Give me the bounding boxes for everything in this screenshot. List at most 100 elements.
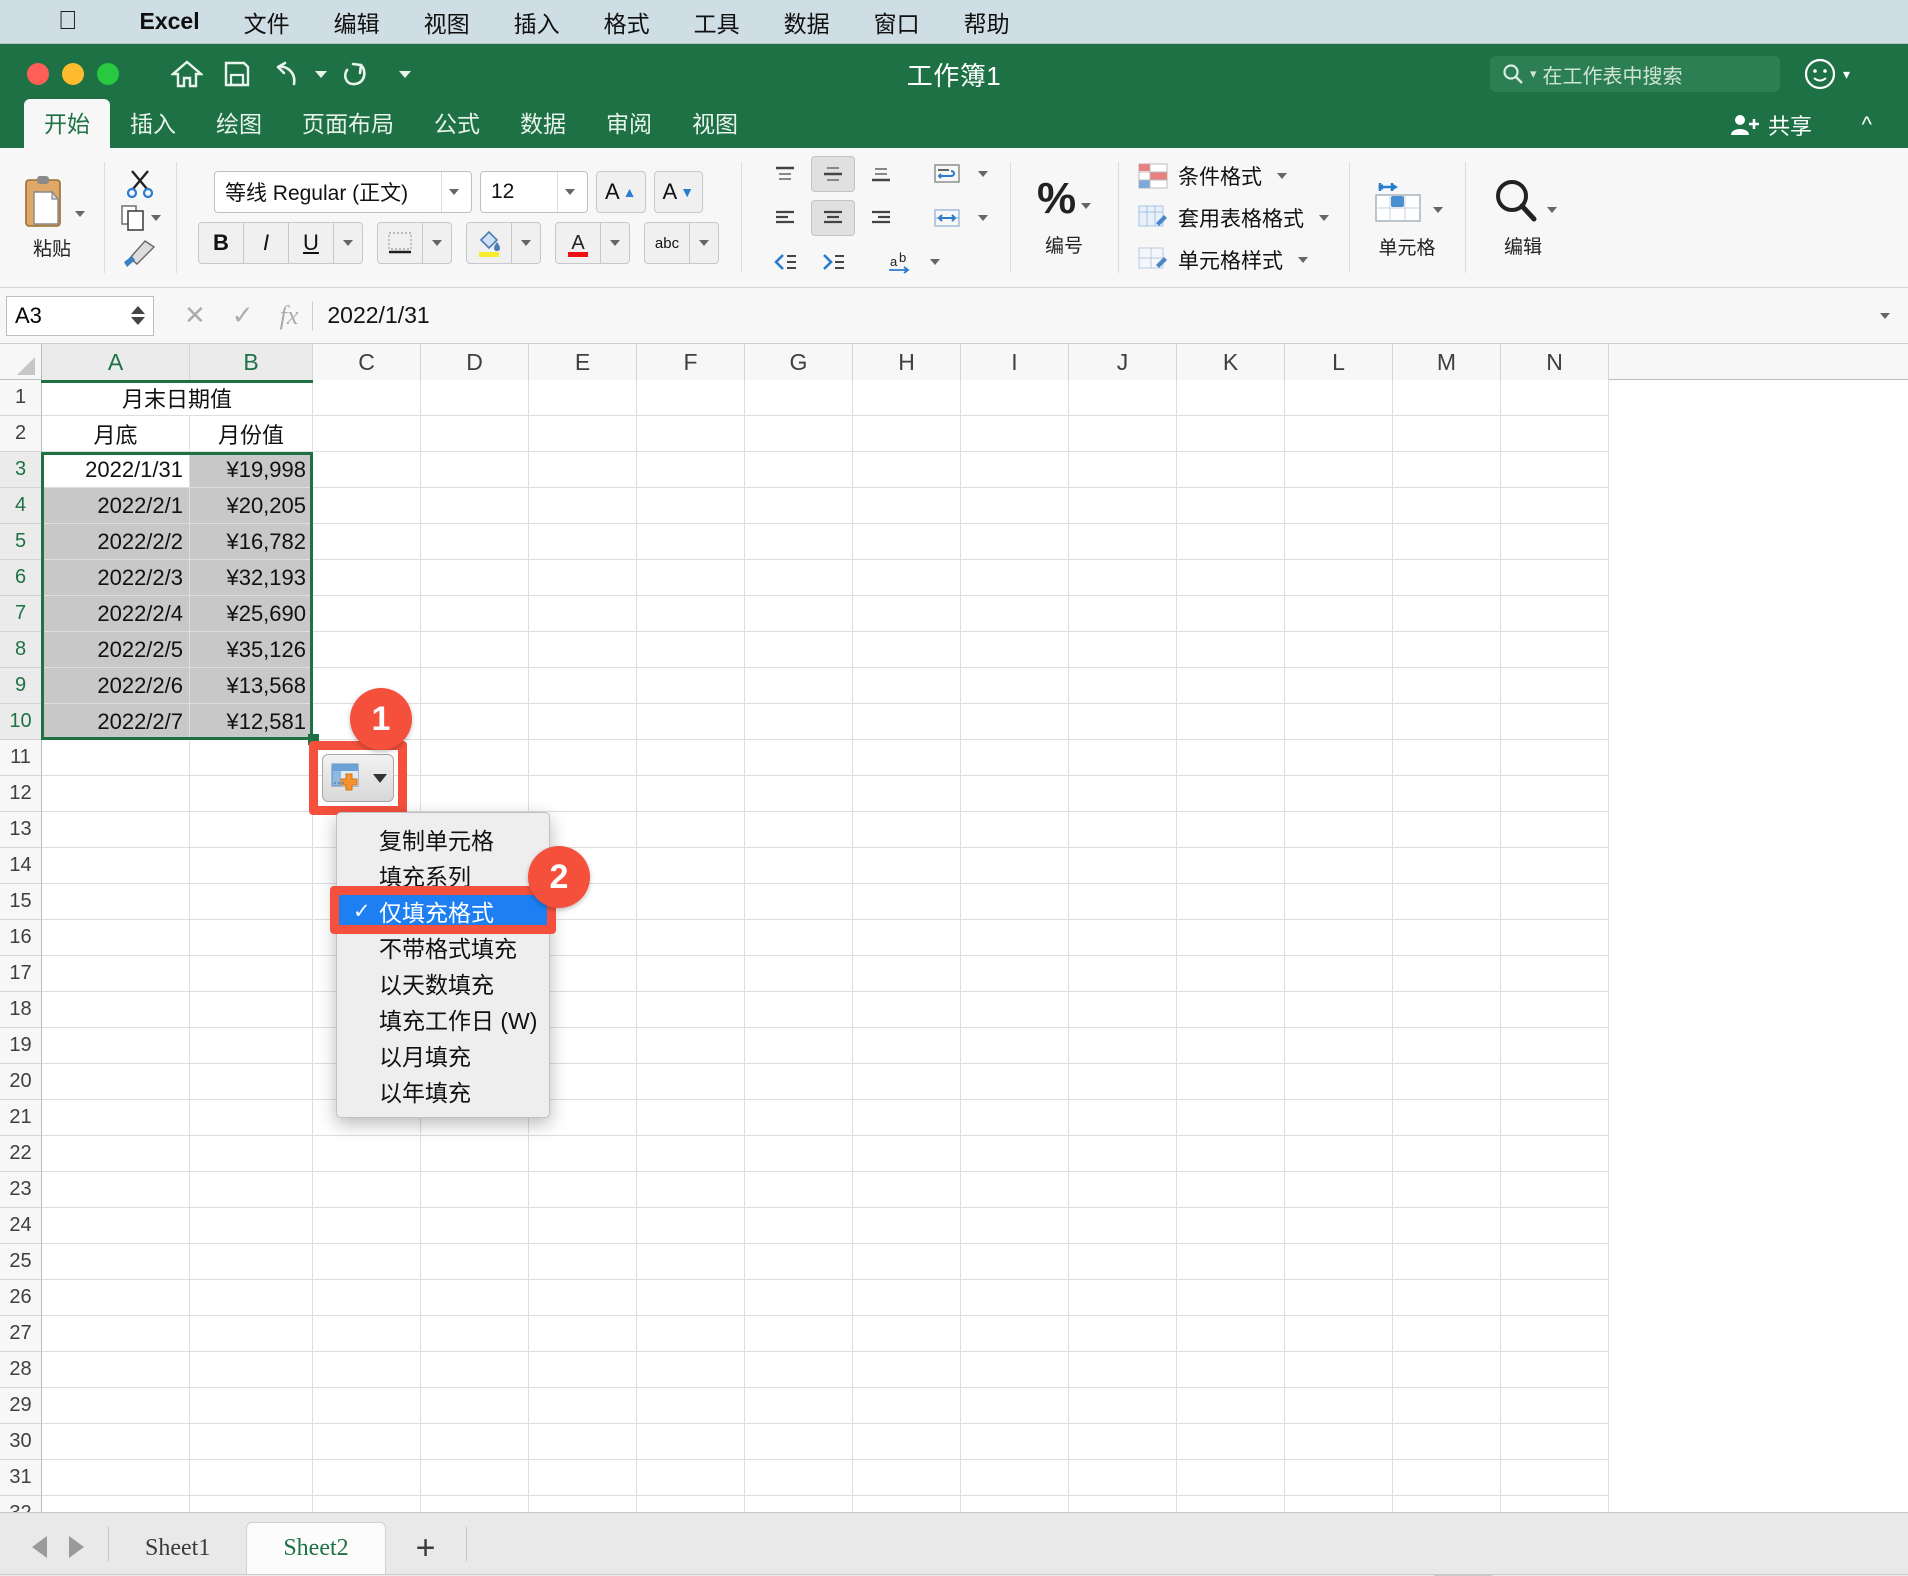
cell-F7[interactable] bbox=[637, 596, 745, 632]
cell-J10[interactable] bbox=[1069, 704, 1177, 740]
cell-I28[interactable] bbox=[961, 1352, 1069, 1388]
cell-I13[interactable] bbox=[961, 812, 1069, 848]
cell-A23[interactable] bbox=[42, 1172, 190, 1208]
select-all-corner[interactable] bbox=[0, 344, 42, 379]
cell-G8[interactable] bbox=[745, 632, 853, 668]
row-header-13[interactable]: 13 bbox=[0, 812, 42, 848]
chevron-up-icon[interactable]: ^ bbox=[1862, 112, 1872, 138]
cell-A3[interactable]: 2022/1/31 bbox=[42, 452, 190, 488]
cell-M2[interactable] bbox=[1393, 416, 1501, 452]
cell-G13[interactable] bbox=[745, 812, 853, 848]
cell-D26[interactable] bbox=[421, 1280, 529, 1316]
cell-F11[interactable] bbox=[637, 740, 745, 776]
autofill-options-menu[interactable]: 复制单元格填充系列✓仅填充格式不带格式填充以天数填充填充工作日 (W)以月填充以… bbox=[336, 812, 550, 1118]
home-icon[interactable] bbox=[165, 54, 209, 94]
cell-N8[interactable] bbox=[1501, 632, 1609, 668]
cell-B5[interactable]: ¥16,782 bbox=[190, 524, 313, 560]
confirm-check-icon[interactable]: ✓ bbox=[232, 300, 254, 331]
cell-N1[interactable] bbox=[1501, 380, 1609, 416]
table-row[interactable] bbox=[42, 1064, 1908, 1100]
cell-D32[interactable] bbox=[421, 1496, 529, 1512]
search-dropdown-icon[interactable]: ▾ bbox=[1530, 66, 1537, 82]
cell-C4[interactable] bbox=[313, 488, 421, 524]
cell-D8[interactable] bbox=[421, 632, 529, 668]
cell-D24[interactable] bbox=[421, 1208, 529, 1244]
cell-N32[interactable] bbox=[1501, 1496, 1609, 1512]
cell-K32[interactable] bbox=[1177, 1496, 1285, 1512]
cell-L27[interactable] bbox=[1285, 1316, 1393, 1352]
cell-N15[interactable] bbox=[1501, 884, 1609, 920]
cell-M7[interactable] bbox=[1393, 596, 1501, 632]
row-header-9[interactable]: 9 bbox=[0, 668, 42, 704]
cell-M25[interactable] bbox=[1393, 1244, 1501, 1280]
cell-A17[interactable] bbox=[42, 956, 190, 992]
row-header-23[interactable]: 23 bbox=[0, 1172, 42, 1208]
font-name-dropdown-icon[interactable] bbox=[441, 172, 467, 212]
cell-G28[interactable] bbox=[745, 1352, 853, 1388]
cell-N9[interactable] bbox=[1501, 668, 1609, 704]
orientation-dropdown-icon[interactable] bbox=[930, 259, 940, 265]
cell-J20[interactable] bbox=[1069, 1064, 1177, 1100]
cell-J9[interactable] bbox=[1069, 668, 1177, 704]
cell-H18[interactable] bbox=[853, 992, 961, 1028]
cell-K11[interactable] bbox=[1177, 740, 1285, 776]
cell-C30[interactable] bbox=[313, 1424, 421, 1460]
row-header-5[interactable]: 5 bbox=[0, 524, 42, 560]
cell-N23[interactable] bbox=[1501, 1172, 1609, 1208]
tab-draw[interactable]: 绘图 bbox=[196, 99, 282, 148]
cell-I10[interactable] bbox=[961, 704, 1069, 740]
formula-expand-icon[interactable] bbox=[1880, 313, 1890, 319]
cell-H7[interactable] bbox=[853, 596, 961, 632]
table-row[interactable]: 2022/2/1¥20,205 bbox=[42, 488, 1908, 524]
cell-G14[interactable] bbox=[745, 848, 853, 884]
cell-A19[interactable] bbox=[42, 1028, 190, 1064]
cell-I15[interactable] bbox=[961, 884, 1069, 920]
cell-I27[interactable] bbox=[961, 1316, 1069, 1352]
cell-B12[interactable] bbox=[190, 776, 313, 812]
cell-L12[interactable] bbox=[1285, 776, 1393, 812]
cell-B3[interactable]: ¥19,998 bbox=[190, 452, 313, 488]
cell-M16[interactable] bbox=[1393, 920, 1501, 956]
cell-H17[interactable] bbox=[853, 956, 961, 992]
cell-K8[interactable] bbox=[1177, 632, 1285, 668]
cell-E27[interactable] bbox=[529, 1316, 637, 1352]
cell-G29[interactable] bbox=[745, 1388, 853, 1424]
cell-M32[interactable] bbox=[1393, 1496, 1501, 1512]
cell-D9[interactable] bbox=[421, 668, 529, 704]
cell-A21[interactable] bbox=[42, 1100, 190, 1136]
cell-A12[interactable] bbox=[42, 776, 190, 812]
cell-N28[interactable] bbox=[1501, 1352, 1609, 1388]
cell-J30[interactable] bbox=[1069, 1424, 1177, 1460]
cell-B29[interactable] bbox=[190, 1388, 313, 1424]
cell-L1[interactable] bbox=[1285, 380, 1393, 416]
cell-F28[interactable] bbox=[637, 1352, 745, 1388]
cell-L32[interactable] bbox=[1285, 1496, 1393, 1512]
tab-data[interactable]: 数据 bbox=[500, 99, 586, 148]
cell-I26[interactable] bbox=[961, 1280, 1069, 1316]
cell-H10[interactable] bbox=[853, 704, 961, 740]
cell-N14[interactable] bbox=[1501, 848, 1609, 884]
cell-A9[interactable]: 2022/2/6 bbox=[42, 668, 190, 704]
cell-N25[interactable] bbox=[1501, 1244, 1609, 1280]
cell-L7[interactable] bbox=[1285, 596, 1393, 632]
cell-N18[interactable] bbox=[1501, 992, 1609, 1028]
cell-E24[interactable] bbox=[529, 1208, 637, 1244]
copy-button[interactable] bbox=[120, 204, 161, 232]
cell-M20[interactable] bbox=[1393, 1064, 1501, 1100]
menu-data[interactable]: 数据 bbox=[762, 5, 852, 39]
cell-C6[interactable] bbox=[313, 560, 421, 596]
cell-I31[interactable] bbox=[961, 1460, 1069, 1496]
cell-E25[interactable] bbox=[529, 1244, 637, 1280]
redo-icon[interactable] bbox=[333, 54, 377, 94]
cell-L13[interactable] bbox=[1285, 812, 1393, 848]
menu-window[interactable]: 窗口 bbox=[852, 5, 942, 39]
cell-N2[interactable] bbox=[1501, 416, 1609, 452]
cell-C29[interactable] bbox=[313, 1388, 421, 1424]
cell-C3[interactable] bbox=[313, 452, 421, 488]
cell-H23[interactable] bbox=[853, 1172, 961, 1208]
cell-H14[interactable] bbox=[853, 848, 961, 884]
cell-A13[interactable] bbox=[42, 812, 190, 848]
cell-E11[interactable] bbox=[529, 740, 637, 776]
row-header-15[interactable]: 15 bbox=[0, 884, 42, 920]
table-row[interactable] bbox=[42, 956, 1908, 992]
